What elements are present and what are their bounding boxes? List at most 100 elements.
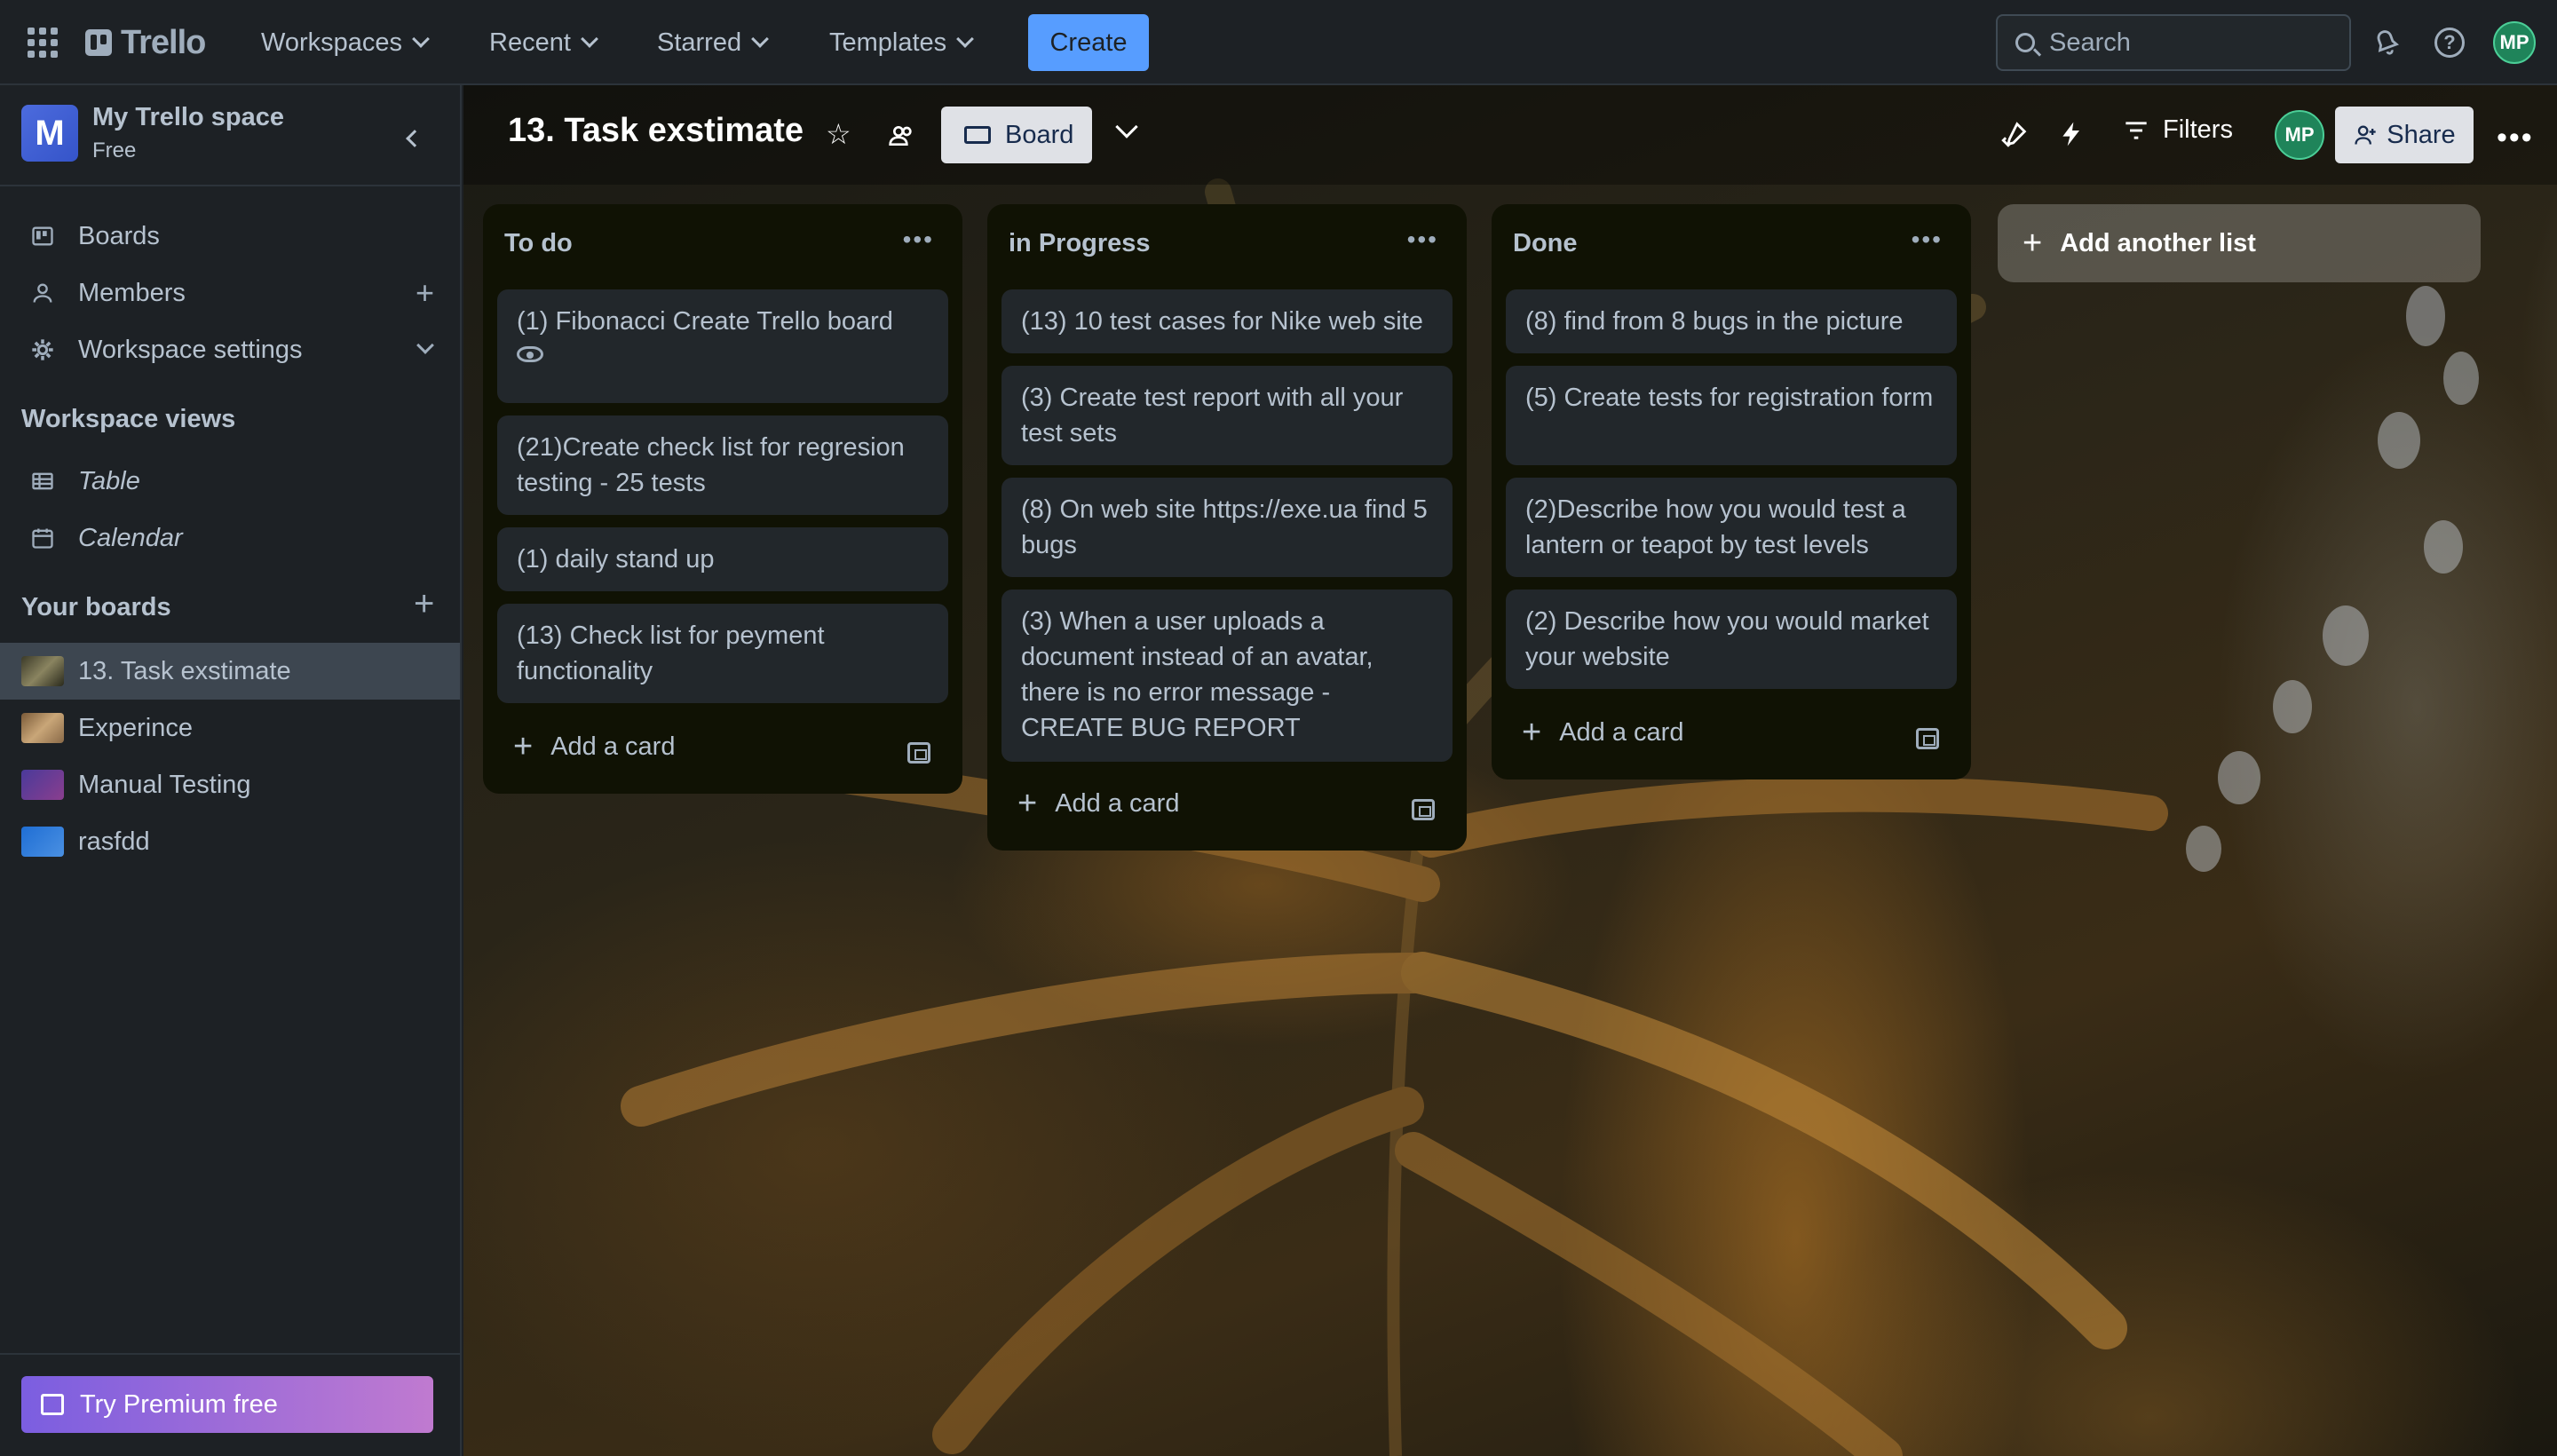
- sidebar-board-label: 13. Task exstimate: [78, 656, 291, 685]
- add-card-button[interactable]: + Add a card: [1522, 714, 1683, 752]
- card[interactable]: (5) Create tests for registration form: [1506, 366, 1957, 465]
- card-title: (13) Check list for peyment functionalit…: [517, 621, 825, 685]
- board-title[interactable]: 13. Task exstimate: [508, 112, 804, 150]
- templates-menu-label: Templates: [829, 28, 947, 57]
- star-icon[interactable]: ☆: [826, 117, 851, 151]
- power-ups-rocket-icon[interactable]: [1999, 119, 2030, 149]
- list-in-progress[interactable]: in Progress ••• (13) 10 test cases for N…: [987, 204, 1467, 851]
- sidebar-item-label: Boards: [78, 221, 160, 250]
- filter-icon: [2126, 121, 2147, 139]
- list-title[interactable]: in Progress: [1009, 229, 1151, 258]
- watching-eye-icon: [517, 346, 543, 362]
- workspace-logo[interactable]: M: [21, 105, 78, 162]
- card[interactable]: (2)Describe how you would test a lantern…: [1506, 478, 1957, 577]
- card[interactable]: (13) 10 test cases for Nike web site: [1001, 289, 1453, 353]
- board-member-avatar[interactable]: MP: [2275, 110, 2324, 160]
- plus-icon: +: [513, 728, 534, 765]
- notifications-bell-icon[interactable]: [2369, 25, 2404, 60]
- divider: [0, 1353, 460, 1355]
- card-template-icon[interactable]: [907, 742, 930, 764]
- create-button[interactable]: Create: [1028, 14, 1149, 71]
- sidebar-item-calendar-view[interactable]: Calendar: [0, 510, 460, 566]
- chevron-down-icon[interactable]: [1115, 115, 1138, 138]
- sidebar-item-boards[interactable]: Boards: [0, 208, 460, 265]
- workspace-name[interactable]: My Trello space: [92, 103, 284, 132]
- starred-menu-label: Starred: [657, 28, 742, 57]
- workspaces-menu[interactable]: Workspaces: [261, 23, 430, 62]
- card[interactable]: (21)Create check list for regresion test…: [497, 415, 948, 515]
- board-header: 13. Task exstimate ☆ Board Filters MP Sh…: [463, 85, 2557, 185]
- card-title: (1) daily stand up: [517, 545, 715, 574]
- more-options-icon[interactable]: •••: [2497, 121, 2534, 155]
- trello-logo-text: Trello: [121, 23, 206, 61]
- search-box[interactable]: [1996, 14, 2351, 71]
- add-card-label: Add a card: [1559, 718, 1684, 747]
- card[interactable]: (3) When a user uploads a document inste…: [1001, 590, 1453, 762]
- sidebar-board-label: Manual Testing: [78, 770, 251, 799]
- your-boards-heading: Your boards: [21, 593, 171, 621]
- plus-icon: +: [1522, 714, 1542, 751]
- card[interactable]: (2) Describe how you would market your w…: [1506, 590, 1957, 689]
- add-card-button[interactable]: + Add a card: [1017, 785, 1179, 823]
- card[interactable]: (13) Check list for peyment functionalit…: [497, 604, 948, 703]
- try-premium-button[interactable]: Try Premium free: [21, 1376, 433, 1433]
- visibility-icon[interactable]: [888, 121, 916, 149]
- search-input[interactable]: [2049, 28, 2333, 58]
- chevron-down-icon: [956, 30, 975, 48]
- sidebar-item-label: Members: [78, 278, 186, 307]
- board-canvas: 13. Task exstimate ☆ Board Filters MP Sh…: [463, 85, 2557, 1456]
- filters-button[interactable]: Filters: [2124, 115, 2233, 145]
- workspaces-menu-label: Workspaces: [261, 28, 403, 57]
- sidebar-board-item[interactable]: rasfdd: [0, 813, 460, 870]
- sidebar-board-item[interactable]: 13. Task exstimate: [0, 643, 460, 700]
- sidebar-item-members[interactable]: Members +: [0, 265, 460, 321]
- templates-menu[interactable]: Templates: [829, 23, 975, 62]
- list-menu-icon[interactable]: •••: [1912, 226, 1943, 254]
- card[interactable]: (8) find from 8 bugs in the picture: [1506, 289, 1957, 353]
- share-button[interactable]: Share: [2335, 107, 2474, 163]
- automation-lightning-icon[interactable]: [2058, 119, 2086, 149]
- list-to-do[interactable]: To do ••• (1) Fibonacci Create Trello bo…: [483, 204, 962, 794]
- list-title[interactable]: Done: [1513, 229, 1578, 258]
- sidebar-item-label: Workspace settings: [78, 335, 303, 364]
- card[interactable]: (1) daily stand up: [497, 527, 948, 591]
- user-avatar[interactable]: MP: [2493, 21, 2536, 64]
- list-title[interactable]: To do: [504, 229, 573, 258]
- card[interactable]: (8) On web site https://exe.ua find 5 bu…: [1001, 478, 1453, 577]
- board-thumbnail: [21, 770, 64, 800]
- card[interactable]: (3) Create test report with all your tes…: [1001, 366, 1453, 465]
- board-view-icon: [964, 126, 991, 144]
- gear-icon: [32, 339, 53, 360]
- chevron-down-icon[interactable]: [416, 336, 434, 354]
- add-card-button[interactable]: + Add a card: [513, 728, 675, 766]
- sidebar-board-item[interactable]: Manual Testing: [0, 756, 460, 813]
- sidebar-item-table-view[interactable]: Table: [0, 453, 460, 510]
- calendar-icon: [32, 528, 53, 549]
- add-member-plus-icon[interactable]: +: [416, 274, 434, 312]
- card-template-icon[interactable]: [1916, 728, 1939, 749]
- recent-menu[interactable]: Recent: [489, 23, 598, 62]
- help-icon[interactable]: ?: [2434, 28, 2465, 58]
- collapse-sidebar-button[interactable]: [394, 121, 430, 156]
- card[interactable]: (1) Fibonacci Create Trello board: [497, 289, 948, 403]
- trello-logo[interactable]: Trello: [85, 23, 206, 62]
- sidebar-item-label: Table: [78, 466, 140, 495]
- list-done[interactable]: Done ••• (8) find from 8 bugs in the pic…: [1492, 204, 1971, 779]
- card-title: (2) Describe how you would market your w…: [1525, 607, 1929, 671]
- add-board-plus-icon[interactable]: +: [414, 584, 434, 624]
- table-icon: [32, 472, 53, 490]
- list-menu-icon[interactable]: •••: [1407, 226, 1438, 254]
- chevron-left-icon: [406, 130, 424, 147]
- board-view-button[interactable]: Board: [941, 107, 1092, 163]
- sidebar-item-workspace-settings[interactable]: Workspace settings: [0, 321, 460, 378]
- starred-menu[interactable]: Starred: [657, 23, 770, 62]
- card-title: (8) On web site https://exe.ua find 5 bu…: [1021, 495, 1428, 559]
- add-another-list-button[interactable]: + Add another list: [1998, 204, 2481, 282]
- boards-icon: [32, 226, 53, 246]
- sidebar-board-item[interactable]: Experince: [0, 700, 460, 756]
- add-card-label: Add a card: [550, 732, 676, 761]
- filters-label: Filters: [2163, 115, 2233, 144]
- list-menu-icon[interactable]: •••: [903, 226, 934, 254]
- app-switcher-icon[interactable]: [27, 27, 59, 59]
- card-template-icon[interactable]: [1412, 799, 1435, 820]
